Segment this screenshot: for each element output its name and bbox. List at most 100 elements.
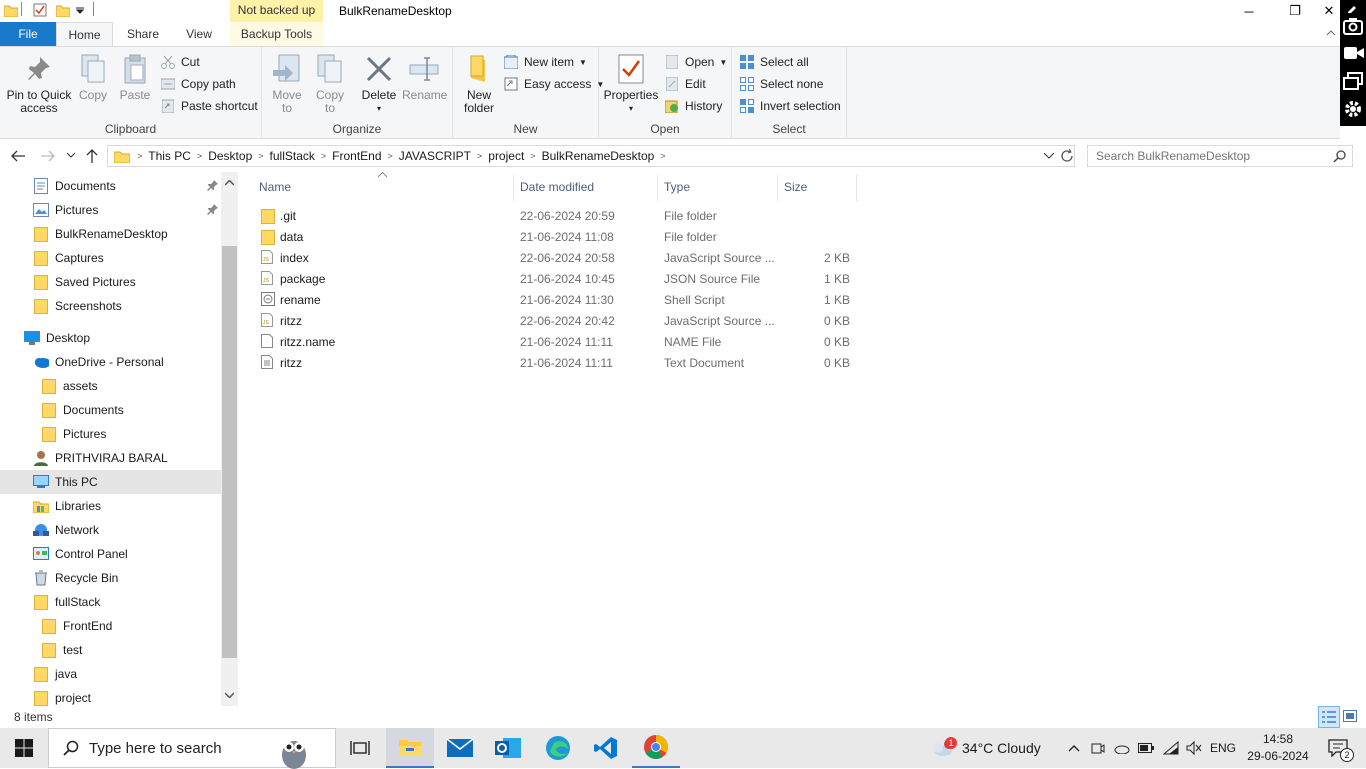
file-explorer-taskbar-button[interactable] bbox=[386, 728, 434, 768]
select-none-button[interactable]: Select none bbox=[739, 74, 823, 94]
column-header-type[interactable]: Type bbox=[664, 180, 690, 194]
mail-taskbar-button[interactable] bbox=[436, 728, 484, 768]
history-button[interactable]: History bbox=[664, 96, 722, 116]
notifications-button[interactable]: 2 bbox=[1318, 728, 1358, 768]
new-folder-button[interactable]: New folder bbox=[461, 53, 497, 115]
file-row[interactable]: JS index 22-06-2024 20:58 JavaScript Source… bbox=[258, 247, 858, 268]
window-capture-icon[interactable] bbox=[1343, 72, 1363, 90]
file-row[interactable]: .git 22-06-2024 20:59 File folder bbox=[258, 205, 858, 226]
tab-view[interactable]: View bbox=[173, 22, 225, 46]
close-button[interactable]: ✕ bbox=[1318, 0, 1340, 22]
nav-item-documents[interactable]: Documents bbox=[0, 398, 221, 422]
large-icons-view-icon[interactable] bbox=[1343, 710, 1357, 722]
paste-button[interactable]: Paste bbox=[118, 53, 152, 102]
properties-icon[interactable] bbox=[33, 3, 47, 17]
scroll-down-icon[interactable] bbox=[225, 692, 234, 698]
column-divider[interactable] bbox=[777, 175, 778, 201]
breadcrumb-fullstack[interactable]: fullStack bbox=[265, 149, 320, 163]
pen-icon[interactable] bbox=[1347, 3, 1359, 13]
file-row[interactable]: rename 21-06-2024 11:30 Shell Script 1 KB bbox=[258, 289, 858, 310]
breadcrumb-project[interactable]: project bbox=[483, 149, 529, 163]
cut-button[interactable]: Cut bbox=[160, 52, 200, 72]
nav-item-project[interactable]: project bbox=[0, 686, 221, 706]
onedrive-sync-icon[interactable] bbox=[1112, 728, 1132, 768]
nav-item-onedrive-personal[interactable]: OneDrive - Personal bbox=[0, 350, 221, 374]
address-dropdown-icon[interactable] bbox=[1044, 153, 1054, 159]
breadcrumb-desktop[interactable]: Desktop bbox=[203, 149, 257, 163]
nav-item-saved-pictures[interactable]: Saved Pictures bbox=[0, 270, 221, 294]
edge-taskbar-button[interactable] bbox=[534, 728, 582, 768]
search-input[interactable] bbox=[1087, 145, 1353, 167]
nav-item-pictures[interactable]: Pictures bbox=[0, 198, 221, 222]
qat-dropdown-icon[interactable] bbox=[76, 6, 84, 14]
tab-share[interactable]: Share bbox=[113, 22, 173, 46]
column-header-date[interactable]: Date modified bbox=[520, 180, 594, 194]
move-to-button[interactable]: Move to bbox=[268, 53, 306, 115]
breadcrumb-this-pc[interactable]: This PC bbox=[143, 149, 196, 163]
file-row[interactable]: JS package 21-06-2024 10:45 JSON Source Fil… bbox=[258, 268, 858, 289]
file-row[interactable]: data 21-06-2024 11:08 File folder bbox=[258, 226, 858, 247]
nav-item-screenshots[interactable]: Screenshots bbox=[0, 294, 221, 318]
tab-home[interactable]: Home bbox=[56, 22, 113, 47]
copy-path-button[interactable]: Copy path bbox=[160, 74, 236, 94]
nav-item-documents[interactable]: Documents bbox=[0, 174, 221, 198]
nav-item-frontend[interactable]: FrontEnd bbox=[0, 614, 221, 638]
nav-item-desktop[interactable]: Desktop bbox=[0, 326, 221, 350]
wifi-icon[interactable] bbox=[1160, 728, 1182, 768]
breadcrumb-javascript[interactable]: JAVASCRIPT bbox=[394, 149, 476, 163]
nav-item-pictures[interactable]: Pictures bbox=[0, 422, 221, 446]
column-divider[interactable] bbox=[513, 175, 514, 201]
open-button[interactable]: Open ▼ bbox=[664, 52, 727, 72]
column-header-name[interactable]: Name bbox=[259, 180, 291, 194]
nav-item-prithviraj-baral[interactable]: PRITHVIRAJ BARAL bbox=[0, 446, 221, 470]
collapse-ribbon-icon[interactable] bbox=[1326, 28, 1336, 36]
start-button[interactable] bbox=[0, 728, 48, 768]
nav-item-bulkrenamedesktop[interactable]: BulkRenameDesktop bbox=[0, 222, 221, 246]
taskbar-search-box[interactable]: Type here to search bbox=[48, 728, 336, 769]
battery-icon[interactable] bbox=[1136, 728, 1156, 768]
copy-to-button[interactable]: Copy to bbox=[311, 53, 349, 115]
refresh-icon[interactable] bbox=[1060, 149, 1074, 163]
navigation-scrollbar[interactable] bbox=[221, 172, 238, 706]
nav-item-test[interactable]: test bbox=[0, 638, 221, 662]
file-row[interactable]: ritzz 21-06-2024 11:11 Text Document 0 KB bbox=[258, 352, 858, 373]
address-bar[interactable]: > This PC > Desktop > fullStack > FrontE… bbox=[107, 145, 1075, 167]
copy-button[interactable]: Copy bbox=[76, 53, 110, 102]
nav-item-network[interactable]: Network bbox=[0, 518, 221, 542]
new-item-button[interactable]: New item ▼ bbox=[503, 52, 587, 72]
settings-gear-icon[interactable] bbox=[1343, 99, 1363, 119]
nav-item-fullstack[interactable]: fullStack bbox=[0, 590, 221, 614]
maximize-button[interactable]: ❐ bbox=[1272, 0, 1318, 22]
new-folder-icon[interactable] bbox=[56, 3, 70, 17]
breadcrumb-bulkrenamedesktop[interactable]: BulkRenameDesktop bbox=[537, 149, 660, 163]
search-icon[interactable] bbox=[1333, 150, 1346, 163]
vscode-taskbar-button[interactable] bbox=[582, 728, 630, 768]
volume-muted-icon[interactable] bbox=[1184, 728, 1204, 768]
nav-item-control-panel[interactable]: Control Panel bbox=[0, 542, 221, 566]
chrome-taskbar-button[interactable] bbox=[632, 728, 680, 768]
meet-now-icon[interactable] bbox=[1088, 728, 1108, 768]
nav-item-this-pc[interactable]: This PC bbox=[0, 470, 221, 494]
nav-item-captures[interactable]: Captures bbox=[0, 246, 221, 270]
properties-button[interactable]: Properties ▾ bbox=[603, 53, 659, 115]
scroll-up-icon[interactable] bbox=[225, 180, 234, 186]
nav-item-libraries[interactable]: Libraries bbox=[0, 494, 221, 518]
minimize-button[interactable]: ─ bbox=[1226, 0, 1272, 22]
delete-button[interactable]: Delete ▾ bbox=[358, 53, 400, 115]
chevron-up-icon[interactable] bbox=[1064, 728, 1084, 768]
column-header-size[interactable]: Size bbox=[784, 180, 807, 194]
select-all-button[interactable]: Select all bbox=[739, 52, 809, 72]
weather-text[interactable]: 34°C Cloudy bbox=[962, 728, 1048, 768]
tab-backup-tools[interactable]: Backup Tools bbox=[230, 22, 323, 46]
paste-shortcut-button[interactable]: Paste shortcut bbox=[160, 96, 258, 116]
nav-item-recycle-bin[interactable]: Recycle Bin bbox=[0, 566, 221, 590]
pin-to-quick-access-button[interactable]: Pin to Quick access bbox=[4, 53, 74, 115]
easy-access-button[interactable]: Easy access ▼ bbox=[503, 74, 604, 94]
outlook-taskbar-button[interactable] bbox=[484, 728, 532, 768]
language-indicator[interactable]: ENG bbox=[1208, 728, 1238, 768]
task-view-button[interactable] bbox=[336, 728, 384, 768]
tab-file[interactable]: File bbox=[0, 22, 56, 46]
back-arrow-icon[interactable] bbox=[10, 149, 26, 163]
scroll-thumb[interactable] bbox=[222, 246, 237, 658]
column-divider[interactable] bbox=[657, 175, 658, 201]
